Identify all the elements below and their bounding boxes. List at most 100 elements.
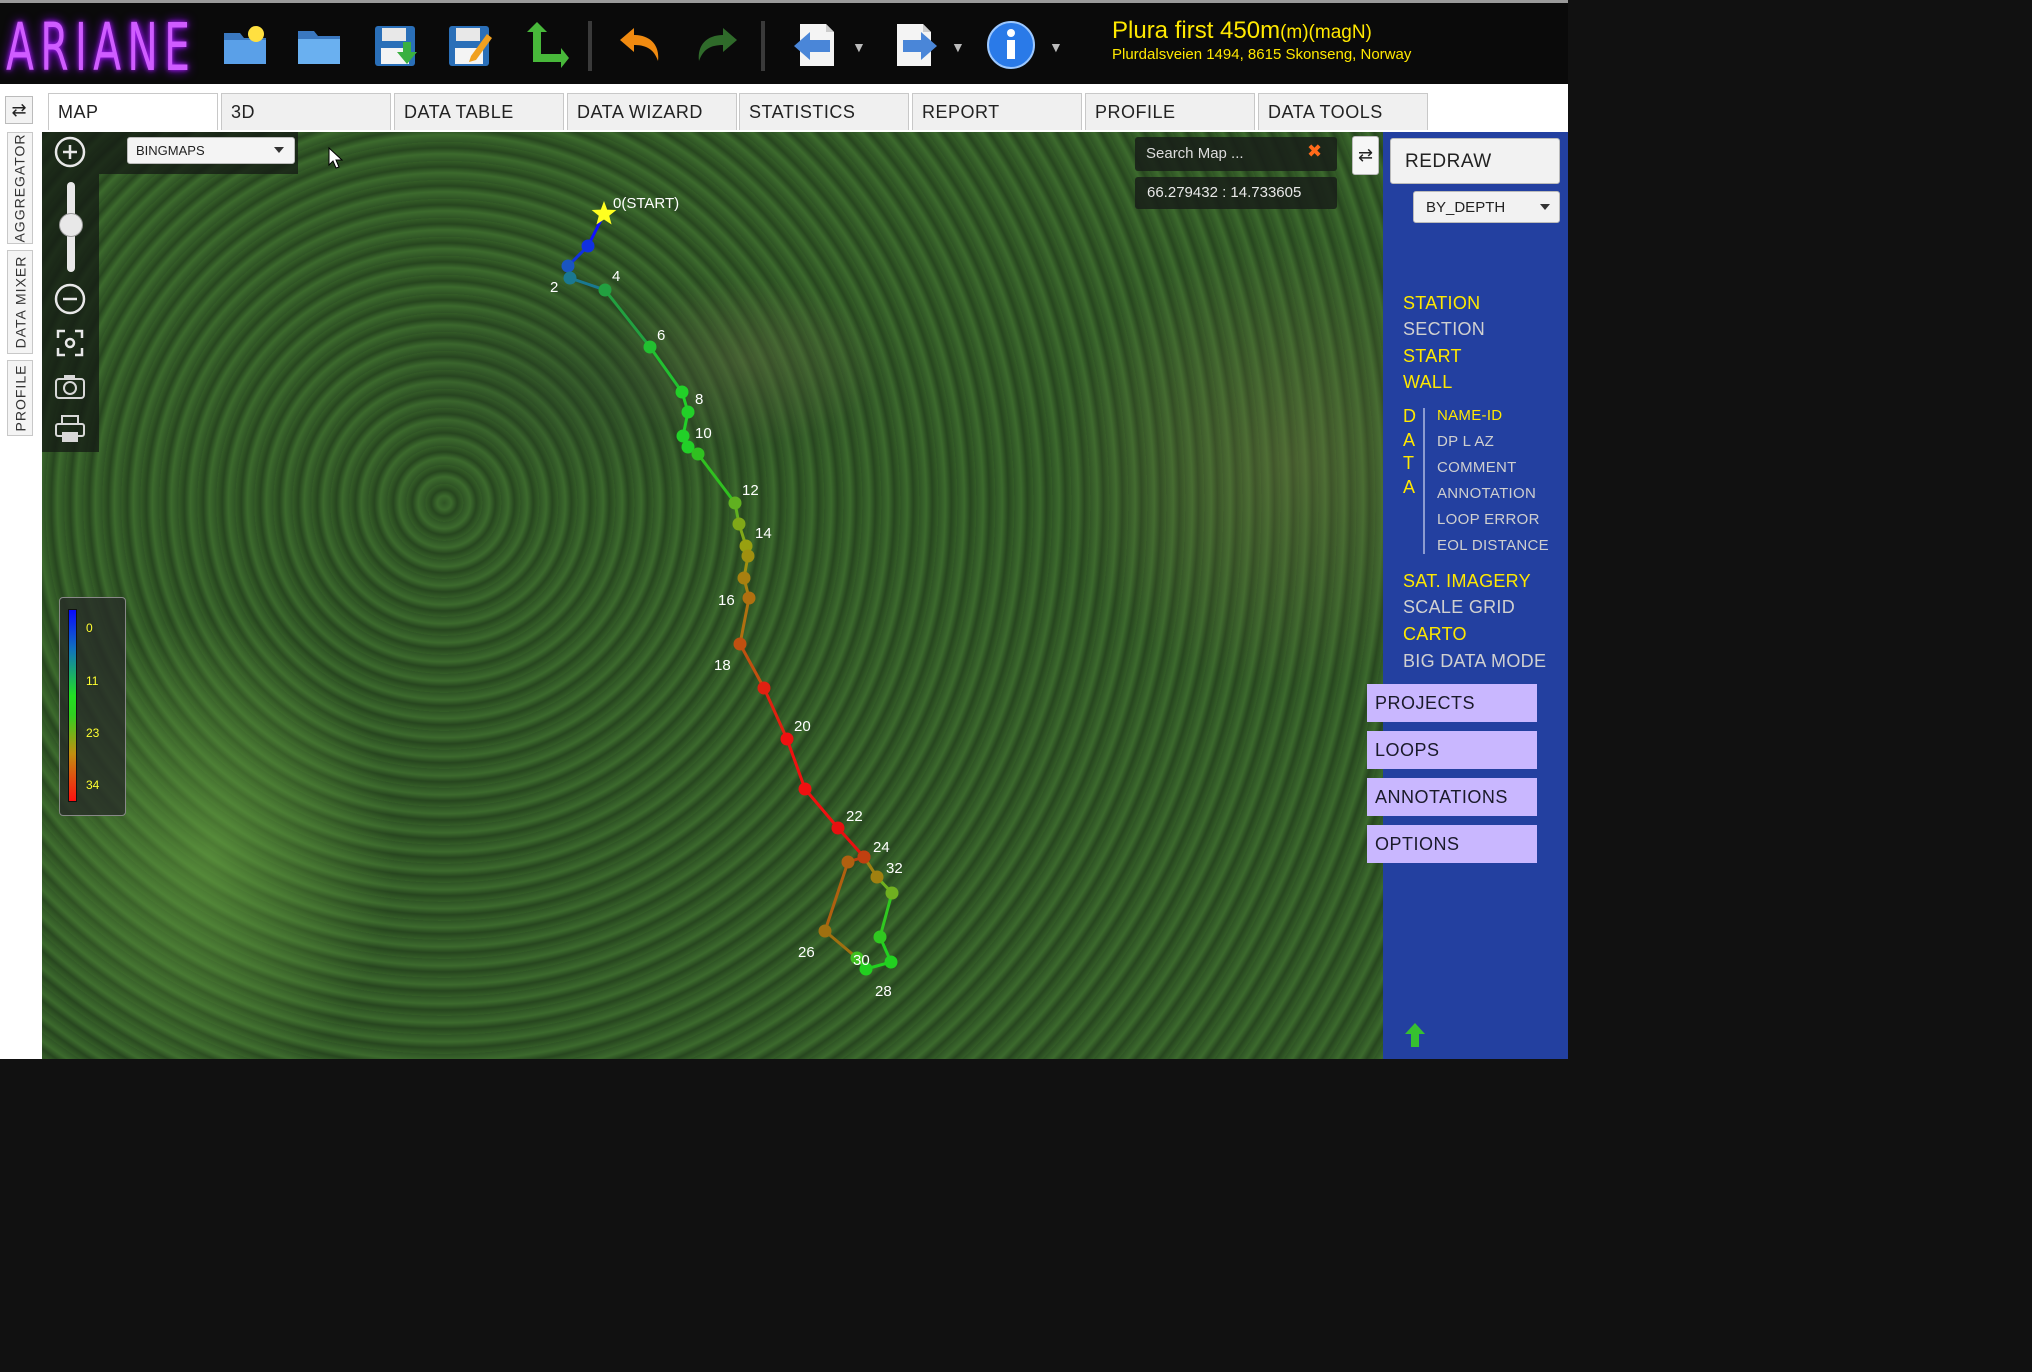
import-dropdown-icon[interactable]: ▼ bbox=[852, 39, 866, 55]
loops-button[interactable]: LOOPS bbox=[1367, 731, 1537, 769]
station-marker[interactable] bbox=[780, 732, 794, 746]
survey-line-layer: 0(START)2468101214161820222426283032 bbox=[550, 195, 903, 1000]
toggle-dp-l-az[interactable]: DP L AZ bbox=[1437, 433, 1494, 450]
station-label: 22 bbox=[846, 808, 863, 825]
survey-shot-line bbox=[738, 643, 766, 689]
station-marker[interactable] bbox=[742, 591, 756, 605]
panel-swap-icon[interactable]: ⇄ bbox=[5, 96, 33, 124]
station-label: 6 bbox=[657, 327, 665, 344]
station-marker[interactable] bbox=[885, 886, 899, 900]
toggle-scale-grid[interactable]: SCALE GRID bbox=[1403, 597, 1515, 618]
top-toolbar: ARIANE ▼ ▼ ▼ Plura first 450m(m)(magN) P… bbox=[0, 0, 1568, 86]
save-icon[interactable] bbox=[367, 17, 423, 73]
color-mode-select[interactable]: BY_DEPTH bbox=[1413, 191, 1560, 223]
station-marker[interactable] bbox=[598, 283, 612, 297]
tab-3d[interactable]: 3D bbox=[221, 93, 391, 130]
zoom-slider-handle[interactable] bbox=[59, 213, 83, 237]
panel-swap-icon[interactable]: ⇄ bbox=[1352, 136, 1379, 175]
camera-icon[interactable] bbox=[53, 369, 87, 403]
export-icon[interactable] bbox=[887, 17, 943, 73]
station-marker[interactable] bbox=[563, 271, 577, 285]
station-marker[interactable] bbox=[691, 447, 705, 461]
station-label: 18 bbox=[714, 657, 731, 674]
toggle-eol-distance[interactable]: EOL DISTANCE bbox=[1437, 537, 1549, 554]
tab-data-table[interactable]: DATA TABLE bbox=[394, 93, 564, 130]
open-folder-icon[interactable] bbox=[292, 17, 348, 73]
redo-icon[interactable] bbox=[687, 17, 743, 73]
toggle-station[interactable]: STATION bbox=[1403, 293, 1480, 314]
tab-profile[interactable]: PROFILE bbox=[1085, 93, 1255, 130]
info-icon[interactable] bbox=[983, 17, 1039, 73]
tab-map[interactable]: MAP bbox=[48, 93, 218, 130]
station-marker[interactable] bbox=[737, 571, 751, 585]
vtab-data-mixer[interactable]: DATA MIXER bbox=[7, 250, 33, 354]
info-dropdown-icon[interactable]: ▼ bbox=[1049, 39, 1063, 55]
toggle-wall[interactable]: WALL bbox=[1403, 372, 1453, 393]
station-marker[interactable] bbox=[681, 405, 695, 419]
station-marker[interactable] bbox=[733, 637, 747, 651]
data-group-divider bbox=[1423, 408, 1425, 554]
station-marker[interactable] bbox=[757, 681, 771, 695]
new-project-icon[interactable] bbox=[218, 17, 274, 73]
station-marker[interactable] bbox=[818, 924, 832, 938]
export-dropdown-icon[interactable]: ▼ bbox=[951, 39, 965, 55]
toggle-start[interactable]: START bbox=[1403, 346, 1462, 367]
legend-label: 11 bbox=[86, 674, 99, 688]
station-marker[interactable] bbox=[831, 821, 845, 835]
station-marker[interactable] bbox=[884, 955, 898, 969]
tab-data-wizard[interactable]: DATA WIZARD bbox=[567, 93, 737, 130]
projects-button[interactable]: PROJECTS bbox=[1367, 684, 1537, 722]
project-unit: (m)(magN) bbox=[1280, 22, 1372, 43]
toggle-big-data-mode[interactable]: BIG DATA MODE bbox=[1403, 651, 1546, 672]
basemap-select[interactable]: BINGMAPS bbox=[127, 137, 295, 164]
station-label: 10 bbox=[695, 425, 712, 442]
toggle-annotation[interactable]: ANNOTATION bbox=[1437, 485, 1536, 502]
survey-shot-line bbox=[803, 788, 840, 829]
station-marker[interactable] bbox=[675, 385, 689, 399]
station-marker[interactable] bbox=[728, 496, 742, 510]
add-station-icon[interactable] bbox=[515, 17, 571, 73]
toggle-carto[interactable]: CARTO bbox=[1403, 624, 1467, 645]
toolbar-separator bbox=[761, 21, 765, 71]
options-button[interactable]: OPTIONS bbox=[1367, 825, 1537, 863]
save-as-icon[interactable] bbox=[441, 17, 497, 73]
arrow-up-icon[interactable] bbox=[1404, 1022, 1426, 1048]
toggle-name-id[interactable]: NAME-ID bbox=[1437, 407, 1502, 424]
vtab-profile[interactable]: PROFILE bbox=[7, 360, 33, 436]
station-marker[interactable] bbox=[870, 870, 884, 884]
station-label: 24 bbox=[873, 839, 890, 856]
station-marker[interactable] bbox=[643, 340, 657, 354]
data-group-letter: A bbox=[1403, 477, 1416, 497]
mouse-cursor-icon bbox=[328, 147, 344, 169]
tab-statistics[interactable]: STATISTICS bbox=[739, 93, 909, 130]
toggle-sat-imagery[interactable]: SAT. IMAGERY bbox=[1403, 571, 1531, 592]
station-marker[interactable] bbox=[841, 855, 855, 869]
tab-report[interactable]: REPORT bbox=[912, 93, 1082, 130]
station-marker[interactable] bbox=[581, 239, 595, 253]
station-marker[interactable] bbox=[857, 850, 871, 864]
print-icon[interactable] bbox=[53, 412, 87, 446]
station-marker[interactable] bbox=[873, 930, 887, 944]
zoom-in-icon[interactable] bbox=[53, 135, 87, 169]
redraw-button[interactable]: REDRAW bbox=[1390, 138, 1560, 184]
station-marker[interactable] bbox=[741, 549, 755, 563]
station-marker[interactable] bbox=[561, 259, 575, 273]
zoom-out-icon[interactable] bbox=[53, 282, 87, 316]
toggle-section[interactable]: SECTION bbox=[1403, 319, 1485, 340]
import-icon[interactable] bbox=[788, 17, 844, 73]
vtab-aggregator[interactable]: AGGREGATOR bbox=[7, 132, 33, 244]
toggle-comment[interactable]: COMMENT bbox=[1437, 459, 1517, 476]
station-marker[interactable] bbox=[732, 517, 746, 531]
tab-data-tools[interactable]: DATA TOOLS bbox=[1258, 93, 1428, 130]
station-label: 12 bbox=[742, 482, 759, 499]
station-label: 8 bbox=[695, 391, 703, 408]
survey-shot-line bbox=[648, 346, 684, 393]
toggle-loop-error[interactable]: LOOP ERROR bbox=[1437, 511, 1540, 528]
zoom-extent-icon[interactable] bbox=[53, 326, 87, 360]
station-label: 14 bbox=[755, 525, 772, 542]
station-marker[interactable] bbox=[798, 782, 812, 796]
close-icon[interactable]: ✖ bbox=[1307, 141, 1322, 162]
undo-icon[interactable] bbox=[614, 17, 670, 73]
satellite-map[interactable]: 0(START) 2 4 6 8 10 12 14 16 18 20 22 24 26 28 30 32 bbox=[42, 132, 1383, 1059]
annotations-button[interactable]: ANNOTATIONS bbox=[1367, 778, 1537, 816]
